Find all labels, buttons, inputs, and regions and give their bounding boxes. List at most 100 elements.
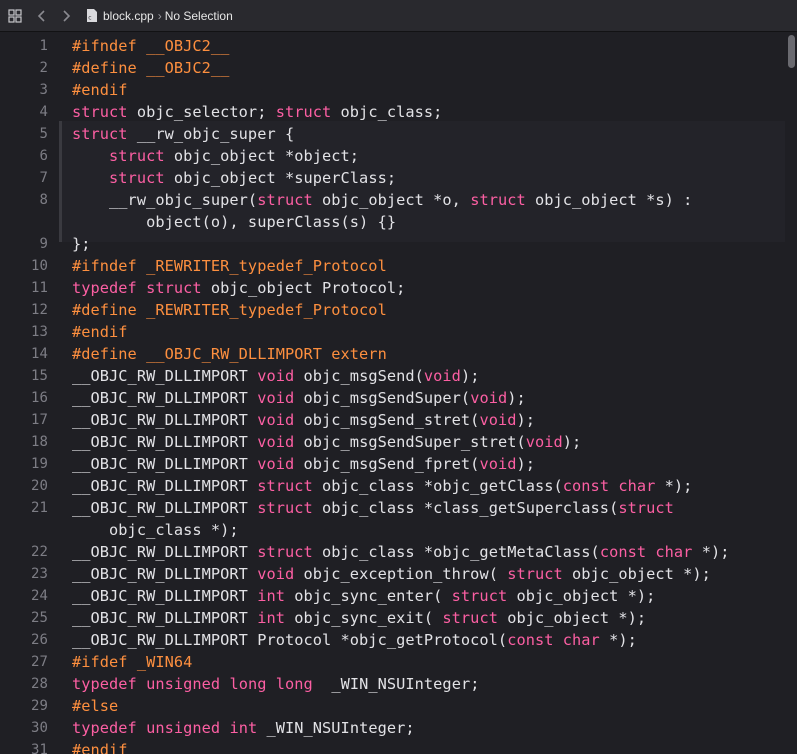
line-number: 11	[31, 280, 48, 296]
code-token: *);	[599, 631, 637, 649]
code-line[interactable]: 11 typedef struct objc_object Protocol;	[0, 277, 785, 299]
line-code: #define __OBJC_RW_DLLIMPORT extern	[72, 343, 387, 365]
keyword-token: struct	[72, 125, 128, 143]
code-token: );	[516, 411, 536, 429]
code-line[interactable]: 15 __OBJC_RW_DLLIMPORT void objc_msgSend(…	[0, 365, 785, 387]
line-code: __OBJC_RW_DLLIMPORT void objc_msgSend(vo…	[72, 365, 479, 387]
code-line[interactable]: 26 __OBJC_RW_DLLIMPORT Protocol *objc_get…	[0, 629, 785, 651]
chevron-left-icon[interactable]	[35, 8, 49, 24]
code-line[interactable]: 13 #endif	[0, 321, 785, 343]
line-code: typedef struct objc_object Protocol;	[72, 277, 405, 299]
code-line[interactable]: 1 #ifndef __OBJC2__	[0, 35, 785, 57]
code-line[interactable]: 21 __OBJC_RW_DLLIMPORT struct objc_class …	[0, 497, 785, 519]
preprocessor-token: #ifdef _WIN64	[72, 653, 193, 671]
line-number: 25	[31, 610, 48, 626]
code-line[interactable]: 22 __OBJC_RW_DLLIMPORT struct objc_class …	[0, 541, 785, 563]
keyword-token: unsigned	[146, 675, 221, 693]
code-line[interactable]: object(o), superClass(s) {}	[0, 211, 785, 233]
line-number: 7	[39, 170, 48, 186]
line-code: __OBJC_RW_DLLIMPORT void objc_exception_…	[72, 563, 711, 585]
chevron-right-icon[interactable]	[59, 8, 73, 24]
line-code: __OBJC_RW_DLLIMPORT void objc_msgSend_fp…	[72, 453, 535, 475]
code-token: );	[507, 389, 526, 407]
keyword-token: struct	[257, 499, 313, 517]
code-token: __OBJC_RW_DLLIMPORT	[72, 565, 258, 583]
code-line[interactable]: 14 #define __OBJC_RW_DLLIMPORT extern	[0, 343, 785, 365]
breadcrumb-selection[interactable]: No Selection	[165, 9, 233, 23]
code-line[interactable]: 2 #define __OBJC2__	[0, 57, 785, 79]
breadcrumb-file[interactable]: block.cpp	[103, 9, 154, 23]
code-token: objc_msgSend_fpret(	[294, 455, 480, 473]
code-line[interactable]: 9};	[0, 233, 785, 255]
code-line[interactable]: 30 typedef unsigned int _WIN_NSUInteger;	[0, 717, 785, 739]
keyword-token: long	[229, 675, 267, 693]
code-line[interactable]: 18 __OBJC_RW_DLLIMPORT void objc_msgSendS…	[0, 431, 785, 453]
code-line[interactable]: 31 #endif	[0, 739, 785, 754]
keyword-token: typedef	[72, 279, 137, 297]
code-token: *);	[692, 543, 730, 561]
cpp-file-icon: c	[85, 8, 99, 24]
line-number: 26	[31, 632, 48, 648]
vertical-scrollbar[interactable]	[785, 33, 797, 754]
code-token: __OBJC_RW_DLLIMPORT	[72, 543, 258, 561]
line-number: 23	[31, 566, 48, 582]
line-number: 12	[31, 302, 48, 318]
keyword-token: void	[257, 389, 295, 407]
code-line[interactable]: 28 typedef unsigned long long _WIN_NSUInt…	[0, 673, 785, 695]
code-line[interactable]: 5 struct __rw_objc_super {	[0, 123, 785, 145]
keyword-token: struct	[618, 499, 674, 517]
code-token: objc_object *s) :	[525, 191, 693, 209]
line-number: 14	[31, 346, 48, 362]
keyword-token: unsigned	[146, 719, 221, 737]
code-token: __OBJC_RW_DLLIMPORT	[72, 367, 258, 385]
code-token: objc_class *);	[72, 521, 239, 539]
keyword-token: struct	[470, 191, 526, 209]
code-line[interactable]: 3 #endif	[0, 79, 785, 101]
code-line[interactable]: 10 #ifndef _REWRITER_typedef_Protocol	[0, 255, 785, 277]
code-line[interactable]: objc_class *);	[0, 519, 785, 541]
code-line[interactable]: 7 struct objc_object *superClass;	[0, 167, 785, 189]
preprocessor-token: #endif	[72, 323, 128, 341]
code-line[interactable]: 19 __OBJC_RW_DLLIMPORT void objc_msgSend_…	[0, 453, 785, 475]
line-code: };	[72, 233, 91, 255]
line-code: __OBJC_RW_DLLIMPORT int objc_sync_enter(…	[72, 585, 655, 607]
scrollbar-thumb[interactable]	[788, 35, 795, 68]
keyword-token: char	[562, 631, 600, 649]
keyword-token: struct	[146, 279, 202, 297]
code-token: );	[460, 367, 480, 385]
code-line[interactable]: 6 struct objc_object *object;	[0, 145, 785, 167]
line-number: 4	[39, 104, 48, 120]
code-line[interactable]: 20 __OBJC_RW_DLLIMPORT struct objc_class …	[0, 475, 785, 497]
line-code: __OBJC_RW_DLLIMPORT struct objc_class *o…	[72, 541, 729, 563]
line-code: objc_class *);	[72, 519, 239, 541]
code-line[interactable]: 27 #ifdef _WIN64	[0, 651, 785, 673]
grid-icon[interactable]	[7, 8, 23, 24]
code-line[interactable]: 17 __OBJC_RW_DLLIMPORT void objc_msgSend_…	[0, 409, 785, 431]
code-token: __OBJC_RW_DLLIMPORT	[72, 389, 258, 407]
code-line[interactable]: 23 __OBJC_RW_DLLIMPORT void objc_exceptio…	[0, 563, 785, 585]
code-line[interactable]: 25 __OBJC_RW_DLLIMPORT int objc_sync_exit…	[0, 607, 785, 629]
code-line[interactable]: 16 __OBJC_RW_DLLIMPORT void objc_msgSendS…	[0, 387, 785, 409]
line-code: __rw_objc_super(struct objc_object *o, s…	[72, 189, 692, 211]
code-token: object(o), superClass(s) {}	[72, 213, 397, 231]
code-token: objc_selector;	[127, 103, 276, 121]
code-token: objc_object *superClass;	[164, 169, 397, 187]
code-editor[interactable]: 1 #ifndef __OBJC2__ 2 #define __OBJC2__ 3 #en…	[0, 33, 785, 754]
line-number: 28	[31, 676, 48, 692]
code-line[interactable]: 4 struct objc_selector; struct objc_class…	[0, 101, 785, 123]
keyword-token: struct	[257, 477, 313, 495]
code-token: objc_msgSend(	[294, 367, 424, 385]
code-line[interactable]: 24 __OBJC_RW_DLLIMPORT int objc_sync_ente…	[0, 585, 785, 607]
line-number: 13	[31, 324, 48, 340]
code-line[interactable]: 29 #else	[0, 695, 785, 717]
keyword-token: struct	[109, 147, 165, 165]
keyword-token: char	[618, 477, 656, 495]
code-token: __OBJC_RW_DLLIMPORT	[72, 433, 258, 451]
code-line[interactable]: 8 __rw_objc_super(struct objc_object *o,…	[0, 189, 785, 211]
code-line[interactable]: 12 #define _REWRITER_typedef_Protocol	[0, 299, 785, 321]
code-token: objc_sync_exit(	[284, 609, 443, 627]
code-token: __rw_objc_super(	[72, 191, 258, 209]
